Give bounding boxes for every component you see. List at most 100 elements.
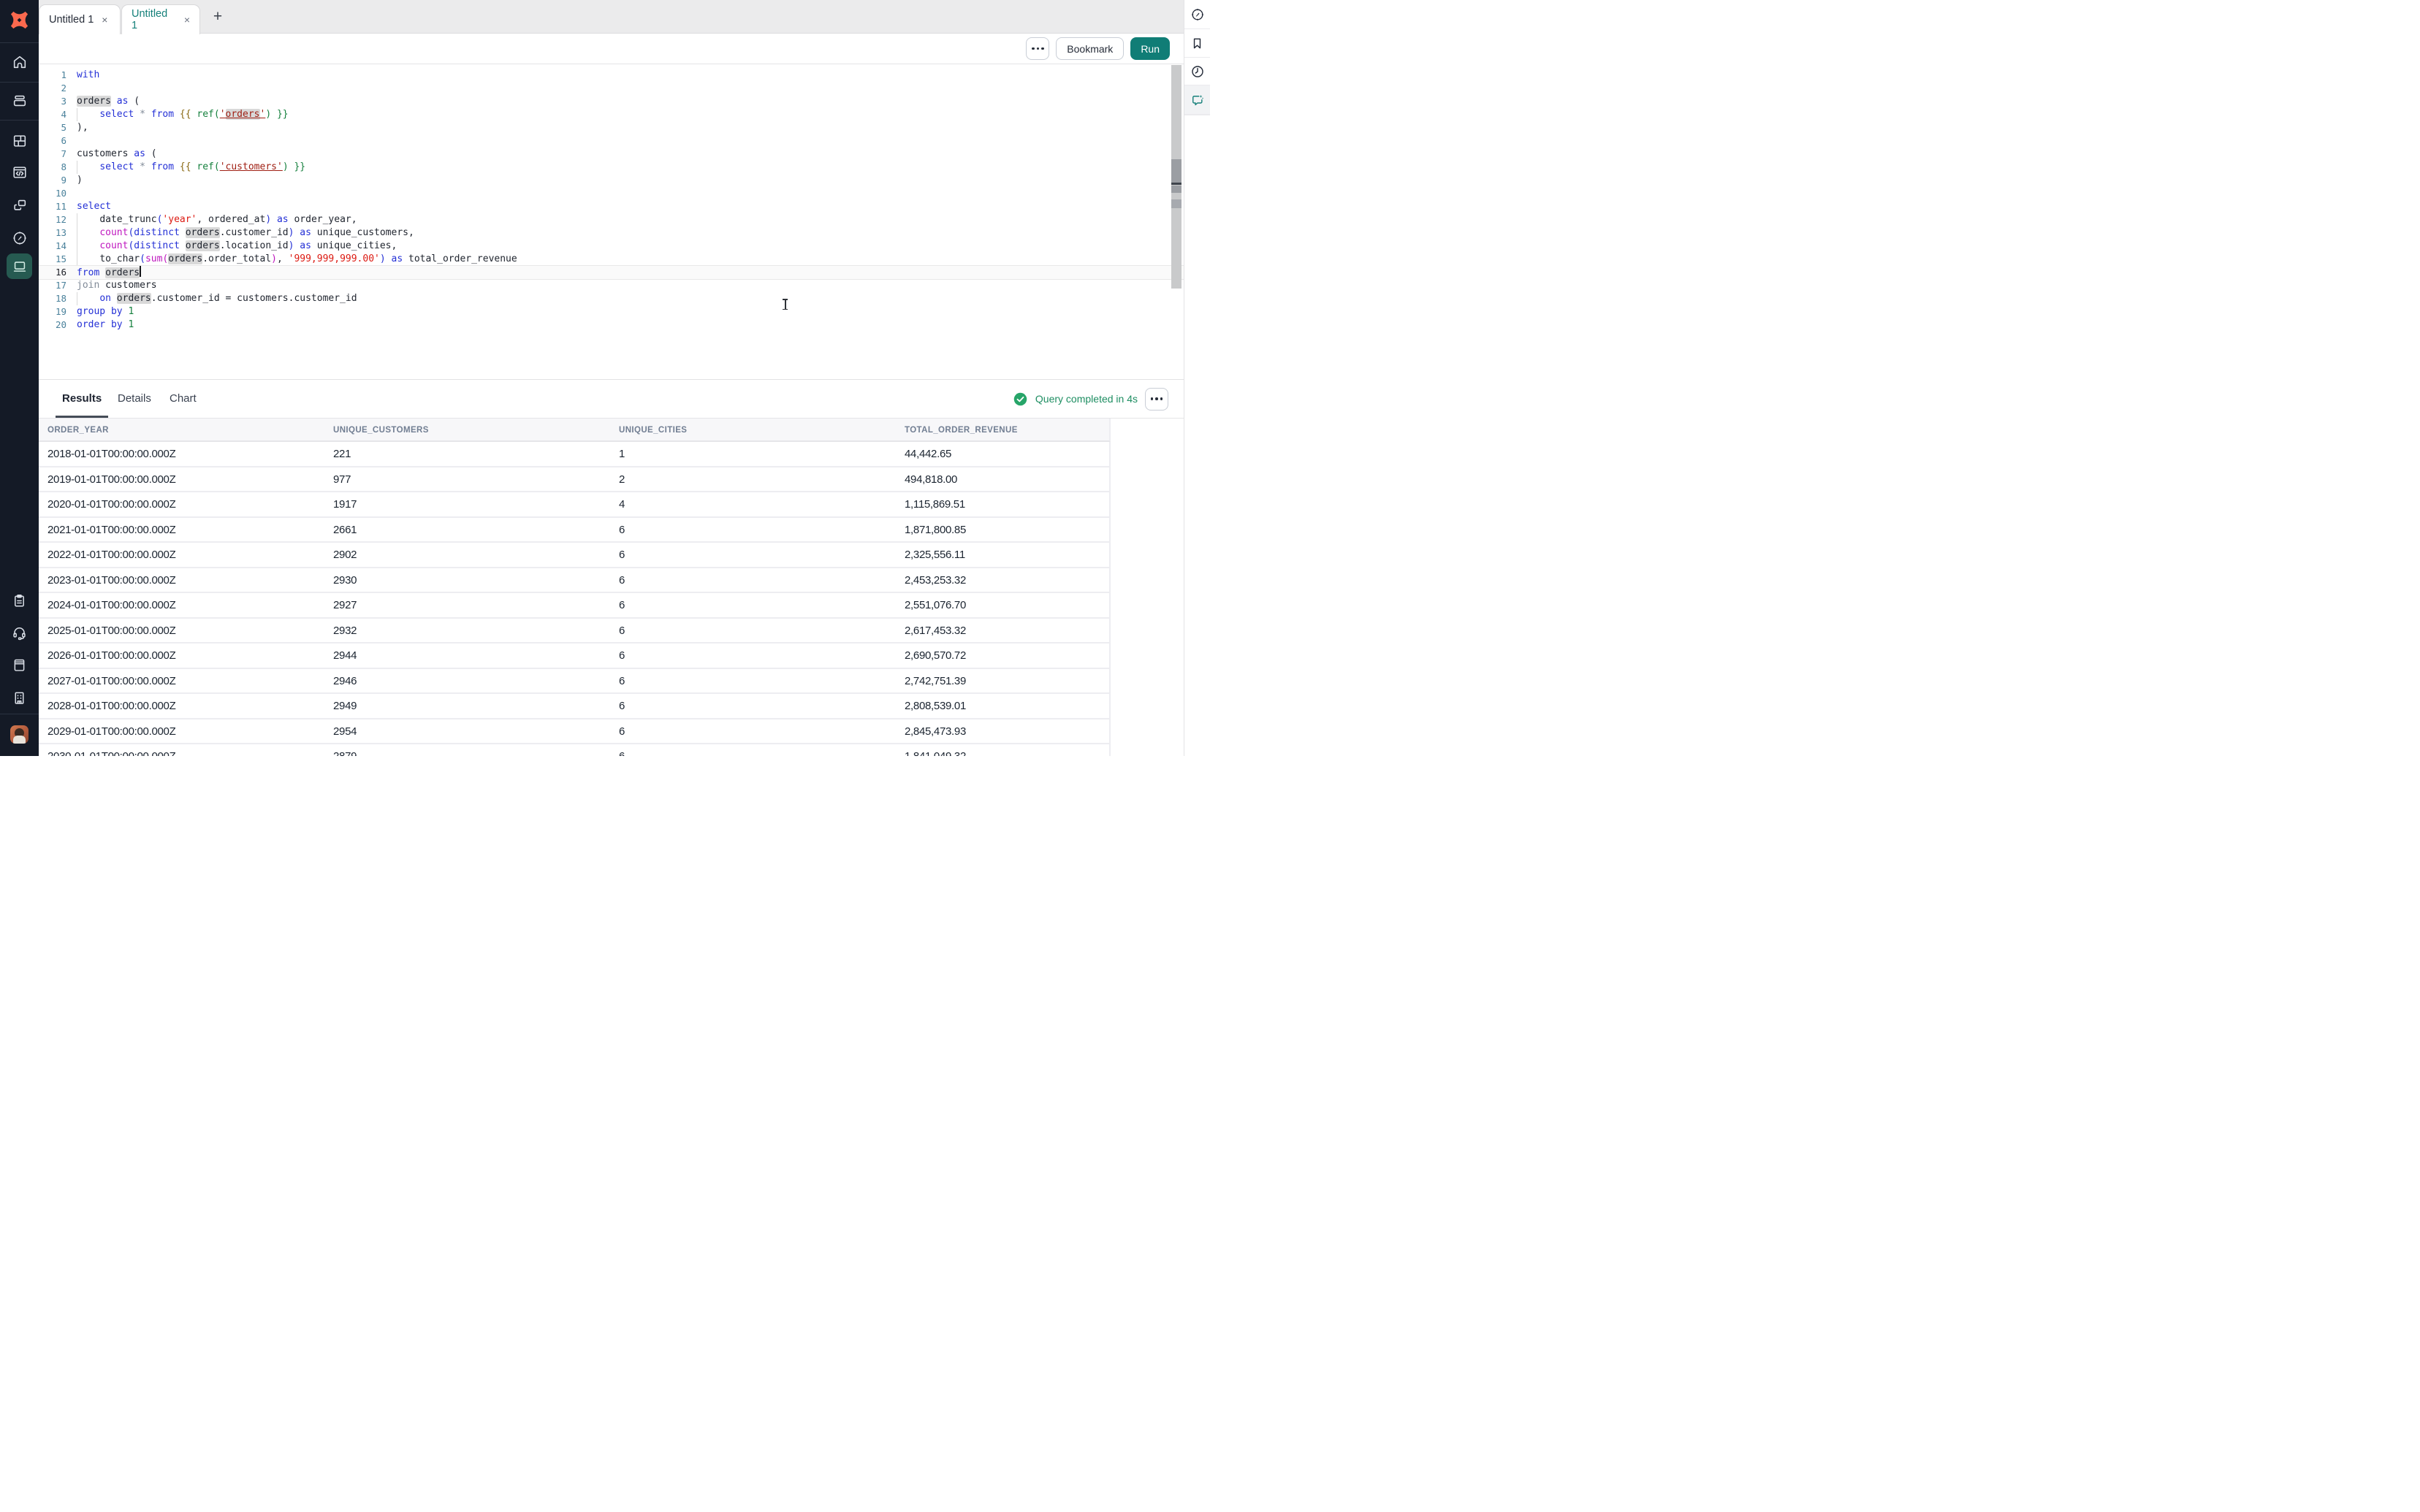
scrollbar-thumb[interactable]: [1171, 159, 1182, 183]
table-cell: 6: [619, 719, 625, 745]
editor-line[interactable]: 1with: [39, 69, 1184, 82]
editor-line[interactable]: 11select: [39, 200, 1184, 213]
table-cell: 2026-01-01T00:00:00.000Z: [47, 644, 175, 669]
sidebar-item-dashboards[interactable]: [0, 125, 39, 157]
editor-line[interactable]: 7customers as (: [39, 148, 1184, 161]
column-header[interactable]: UNIQUE_CITIES: [619, 419, 687, 442]
file-tab-bar: Untitled 1 × Untitled 1 × +: [39, 0, 1184, 34]
file-tab-2-active[interactable]: Untitled 1 ×: [121, 4, 200, 34]
close-icon[interactable]: ×: [184, 15, 190, 25]
editor-line[interactable]: 2: [39, 82, 1184, 95]
sidebar-item-home[interactable]: [0, 46, 39, 78]
table-cell: 2019-01-01T00:00:00.000Z: [47, 467, 175, 493]
table-cell: 2954: [333, 719, 357, 745]
table-cell: 2024-01-01T00:00:00.000Z: [47, 593, 175, 619]
code-text: select * from {{ ref('customers') }}: [77, 161, 305, 172]
editor-line[interactable]: 20order by 1: [39, 318, 1184, 332]
editor-line[interactable]: 13 count(distinct orders.customer_id) as…: [39, 226, 1184, 240]
table-row[interactable]: 2018-01-01T00:00:00.000Z221144,442.65: [39, 442, 1109, 467]
editor-line[interactable]: 5),: [39, 121, 1184, 134]
table-row[interactable]: 2030-01-01T00:00:00.000Z287961,841,049.3…: [39, 744, 1109, 756]
table-cell: 2,845,473.93: [905, 719, 966, 745]
editor-line[interactable]: 18 on orders.customer_id = customers.cus…: [39, 292, 1184, 305]
editor-toolbar: Bookmark Run: [39, 34, 1184, 64]
table-row[interactable]: 2028-01-01T00:00:00.000Z294962,808,539.0…: [39, 694, 1109, 719]
sidebar-item-tasks[interactable]: [0, 584, 39, 616]
results-more-button[interactable]: [1145, 388, 1168, 411]
rail-item-ai-assistant[interactable]: [1184, 85, 1210, 115]
sidebar-item-inbox[interactable]: [0, 85, 39, 117]
editor-line[interactable]: 3orders as (: [39, 95, 1184, 108]
text-caret: [140, 266, 141, 277]
editor-line[interactable]: 6: [39, 134, 1184, 148]
table-cell: 2: [619, 467, 625, 493]
close-icon[interactable]: ×: [102, 15, 107, 25]
sidebar-item-develop[interactable]: [0, 156, 39, 188]
code-text: group by 1: [77, 306, 134, 317]
new-tab-button[interactable]: +: [208, 7, 227, 27]
results-tab-details[interactable]: Details: [118, 380, 151, 418]
editor-line[interactable]: 8 select * from {{ ref('customers') }}: [39, 161, 1184, 174]
table-cell: 2,808,539.01: [905, 694, 966, 719]
table-row[interactable]: 2022-01-01T00:00:00.000Z290262,325,556.1…: [39, 543, 1109, 568]
table-row[interactable]: 2019-01-01T00:00:00.000Z9772494,818.00: [39, 467, 1109, 493]
column-header[interactable]: UNIQUE_CUSTOMERS: [333, 419, 429, 442]
table-row[interactable]: 2021-01-01T00:00:00.000Z266161,871,800.8…: [39, 518, 1109, 543]
rail-item-bookmarks[interactable]: [1184, 29, 1210, 58]
editor-line[interactable]: 15 to_char(sum(orders.order_total), '999…: [39, 253, 1184, 266]
table-row[interactable]: 2025-01-01T00:00:00.000Z293262,617,453.3…: [39, 619, 1109, 644]
table-row[interactable]: 2023-01-01T00:00:00.000Z293062,453,253.3…: [39, 568, 1109, 594]
editor-line[interactable]: 14 count(distinct orders.location_id) as…: [39, 240, 1184, 253]
editor-line[interactable]: 16from orders: [39, 266, 1184, 279]
editor-lines: 1with23orders as (4 select * from {{ ref…: [39, 69, 1184, 332]
table-cell: 494,818.00: [905, 467, 957, 493]
sidebar-item-apps[interactable]: [0, 189, 39, 221]
sql-editor[interactable]: 1with23orders as (4 select * from {{ ref…: [39, 64, 1184, 379]
editor-scrollbar[interactable]: [1171, 65, 1182, 289]
main-area: Untitled 1 × Untitled 1 × + Bookmark Run…: [39, 0, 1184, 756]
line-number: 2: [39, 82, 66, 95]
line-number: 1: [39, 69, 66, 82]
table-row[interactable]: 2026-01-01T00:00:00.000Z294462,690,570.7…: [39, 644, 1109, 669]
app-window: Untitled 1 × Untitled 1 × + Bookmark Run…: [0, 0, 1210, 756]
table-row[interactable]: 2020-01-01T00:00:00.000Z191741,115,869.5…: [39, 492, 1109, 518]
editor-line[interactable]: 12 date_trunc('year', ordered_at) as ord…: [39, 213, 1184, 226]
sidebar-item-studio-active[interactable]: [7, 253, 32, 279]
table-cell: 2879: [333, 744, 357, 756]
sidebar-item-support[interactable]: [0, 616, 39, 649]
column-header[interactable]: TOTAL_ORDER_REVENUE: [905, 419, 1018, 442]
results-table-header: ORDER_YEAR UNIQUE_CUSTOMERS UNIQUE_CITIES T…: [39, 419, 1111, 442]
rail-item-history[interactable]: [1184, 58, 1210, 85]
code-text: to_char(sum(orders.order_total), '999,99…: [77, 253, 517, 264]
code-text: customers as (: [77, 148, 157, 159]
editor-line[interactable]: 19group by 1: [39, 305, 1184, 318]
rail-item-explore[interactable]: [1184, 0, 1210, 29]
editor-line[interactable]: 4 select * from {{ ref('orders') }}: [39, 108, 1184, 121]
table-cell: 2030-01-01T00:00:00.000Z: [47, 744, 175, 756]
table-row[interactable]: 2029-01-01T00:00:00.000Z295462,845,473.9…: [39, 719, 1109, 745]
column-header[interactable]: ORDER_YEAR: [47, 419, 109, 442]
results-tab-results[interactable]: Results: [62, 380, 102, 418]
sidebar-item-docs[interactable]: [0, 649, 39, 681]
table-row[interactable]: 2024-01-01T00:00:00.000Z292762,551,076.7…: [39, 593, 1109, 619]
table-cell: 44,442.65: [905, 442, 951, 467]
table-cell: 6: [619, 694, 625, 719]
editor-line[interactable]: 9): [39, 174, 1184, 187]
table-cell: 2946: [333, 669, 357, 695]
run-button[interactable]: Run: [1130, 37, 1170, 60]
bookmark-button[interactable]: Bookmark: [1056, 37, 1124, 60]
user-avatar[interactable]: [10, 725, 28, 744]
results-tab-chart[interactable]: Chart: [170, 380, 197, 418]
dbt-logo: [9, 9, 30, 31]
file-tab-1[interactable]: Untitled 1 ×: [39, 4, 121, 34]
editor-line[interactable]: 17join customers: [39, 279, 1184, 292]
table-row[interactable]: 2027-01-01T00:00:00.000Z294662,742,751.3…: [39, 669, 1109, 695]
table-cell: 4: [619, 492, 625, 518]
editor-line[interactable]: 10: [39, 187, 1184, 200]
sidebar-item-explore[interactable]: [0, 222, 39, 254]
more-options-button[interactable]: [1026, 37, 1049, 60]
file-tab-label: Untitled 1: [49, 14, 94, 26]
line-number: 12: [39, 213, 66, 226]
sidebar-item-org[interactable]: [0, 681, 39, 714]
line-number: 11: [39, 200, 66, 213]
